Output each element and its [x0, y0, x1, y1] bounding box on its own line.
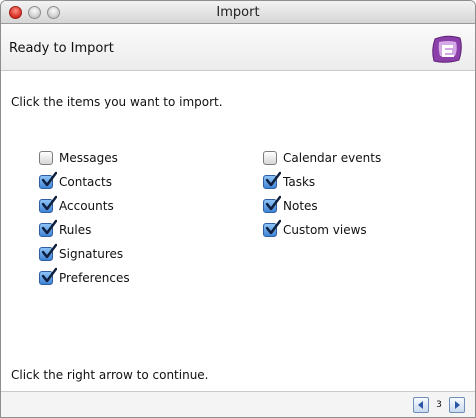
import-item[interactable]: Contacts	[39, 170, 130, 194]
title-bar: Import	[1, 1, 475, 24]
checkbox-checked[interactable]	[39, 195, 57, 213]
item-label: Rules	[59, 223, 92, 237]
page-title: Ready to Import	[9, 41, 114, 56]
checkbox-checked[interactable]	[39, 219, 57, 237]
checkbox-checked[interactable]	[39, 267, 57, 285]
import-item[interactable]: Accounts	[39, 194, 130, 218]
page-number: 3	[436, 400, 442, 410]
right-arrow-icon	[455, 401, 460, 409]
checkbox-checked[interactable]	[39, 171, 57, 189]
right-items-list: Calendar events Tasks Notes Custom views	[263, 146, 381, 242]
item-label: Custom views	[283, 223, 367, 237]
item-label: Contacts	[59, 175, 112, 189]
checkbox-unchecked[interactable]	[263, 151, 277, 165]
header: Ready to Import	[1, 24, 475, 71]
item-label: Messages	[59, 151, 118, 165]
checkbox-unchecked[interactable]	[39, 151, 53, 165]
checkbox-checked[interactable]	[263, 195, 281, 213]
next-button[interactable]	[449, 397, 465, 413]
footer-instruction: Click the right arrow to continue.	[11, 368, 209, 382]
import-item[interactable]: Notes	[263, 194, 381, 218]
item-label: Tasks	[283, 175, 316, 189]
checkbox-checked[interactable]	[263, 171, 281, 189]
checkmark-icon	[265, 219, 281, 235]
window-title: Import	[216, 5, 260, 20]
import-item[interactable]: Tasks	[263, 170, 381, 194]
import-item[interactable]: Messages	[39, 146, 130, 170]
item-label: Signatures	[59, 247, 124, 261]
checkmark-icon	[265, 195, 281, 211]
checkmark-icon	[41, 195, 57, 211]
entourage-logo-icon	[432, 35, 462, 63]
checkmark-icon	[41, 171, 57, 187]
previous-button[interactable]	[413, 397, 429, 413]
checkbox-checked[interactable]	[263, 219, 281, 237]
import-window: Import Ready to Import Click the items y…	[0, 0, 476, 418]
footer-bar: 3	[1, 391, 475, 417]
item-label: Accounts	[59, 199, 114, 213]
import-item[interactable]: Calendar events	[263, 146, 381, 170]
checkbox-checked[interactable]	[39, 243, 57, 261]
instruction-text: Click the items you want to import.	[11, 95, 223, 109]
item-label: Calendar events	[283, 151, 382, 165]
checkmark-icon	[41, 267, 57, 283]
import-item[interactable]: Custom views	[263, 218, 381, 242]
left-arrow-icon	[418, 401, 423, 409]
import-item[interactable]: Signatures	[39, 242, 130, 266]
item-label: Preferences	[59, 271, 130, 285]
item-label: Notes	[283, 199, 318, 213]
import-item[interactable]: Rules	[39, 218, 130, 242]
checkmark-icon	[41, 243, 57, 259]
checkmark-icon	[265, 171, 281, 187]
left-items-list: Messages Contacts Accounts Rules Signatures P…	[39, 146, 130, 290]
page-navigation: 3	[413, 397, 465, 413]
import-item[interactable]: Preferences	[39, 266, 130, 290]
checkmark-icon	[41, 219, 57, 235]
